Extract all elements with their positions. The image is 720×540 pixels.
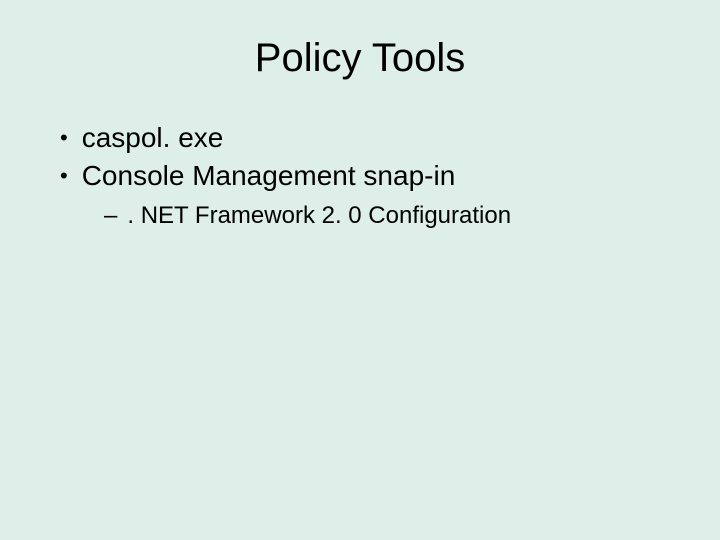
bullet-item: • Console Management snap-in xyxy=(60,157,672,195)
bullet-marker-icon: • xyxy=(60,119,68,156)
bullet-text: Console Management snap-in xyxy=(82,157,456,195)
bullet-item: • caspol. exe xyxy=(60,119,672,157)
sub-bullet-list: – . NET Framework 2. 0 Configuration xyxy=(48,199,672,233)
slide-title: Policy Tools xyxy=(48,36,672,81)
sub-bullet-item: – . NET Framework 2. 0 Configuration xyxy=(104,199,672,233)
sub-bullet-text: . NET Framework 2. 0 Configuration xyxy=(127,199,511,233)
slide: Policy Tools • caspol. exe • Console Man… xyxy=(0,0,720,540)
bullet-marker-icon: • xyxy=(60,157,68,194)
bullet-list: • caspol. exe • Console Management snap-… xyxy=(48,119,672,195)
dash-marker-icon: – xyxy=(104,199,117,233)
bullet-text: caspol. exe xyxy=(82,119,224,157)
